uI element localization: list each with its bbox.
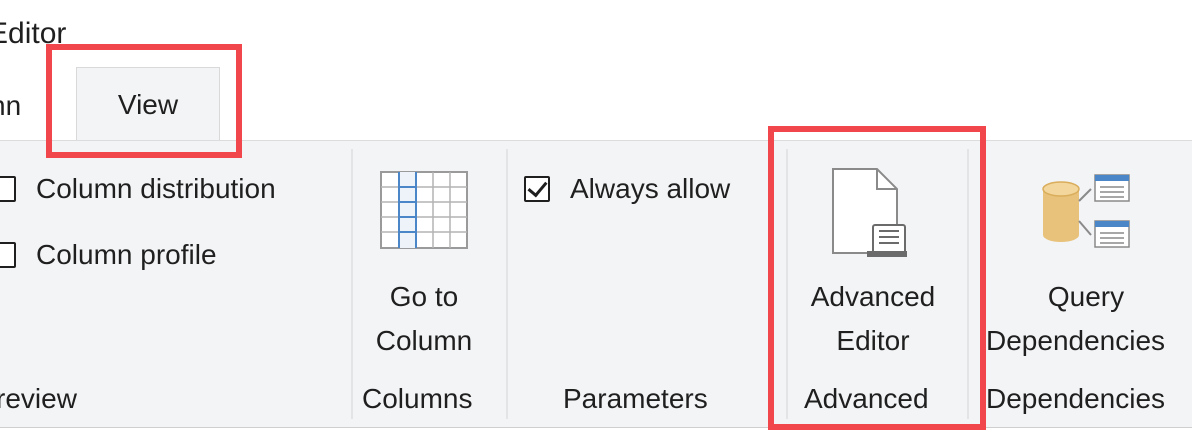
group-label-parameters: Parameters [563,383,708,414]
query-dependencies-button[interactable]: Query Dependencies [982,171,1192,363]
always-allow-checkbox[interactable]: Always allow [524,173,730,205]
group-separator [786,149,788,419]
column-distribution-checkbox[interactable]: Column distribution [0,173,276,205]
group-separator [967,149,969,419]
window-title: Editor [0,17,67,50]
power-query-editor-ribbon: Editor nn View Column distribution Colum… [0,0,1192,432]
query-dependencies-label-line2: Dependencies [986,325,1166,356]
table-grid-icon [380,171,468,249]
group-label-preview: review [0,383,77,414]
column-profile-checkbox[interactable]: Column profile [0,239,217,271]
query-dependencies-label-line1-text: Query [1047,281,1125,312]
group-separator [506,149,508,419]
advanced-editor-label-line1: Advanced [810,281,936,312]
database-dependencies-icon [1042,174,1130,248]
group-separator [351,149,353,419]
column-distribution-checkbox-box[interactable] [0,176,16,202]
group-label-columns: Columns [362,383,473,414]
go-to-column-button[interactable]: Go to Column [354,171,494,363]
column-profile-checkbox-box[interactable] [0,242,16,268]
group-label-dependencies: Dependencies [986,383,1166,414]
document-scroll-icon [832,168,907,257]
tab-add-column[interactable]: nn [0,86,21,126]
group-label-advanced: Advanced [804,383,929,414]
column-distribution-label: Column distribution [36,173,276,204]
go-to-column-label-line1: Go to [389,281,459,312]
query-dependencies-label-line1: Query [982,275,1192,319]
tab-view-label: View [117,88,179,120]
ribbon-panel: Column distribution Column profile revie… [0,140,1192,428]
advanced-editor-button[interactable]: Advanced Editor [790,167,956,363]
always-allow-label: Always allow [570,173,731,204]
always-allow-checkbox-box[interactable] [524,176,550,202]
column-profile-label: Column profile [36,239,217,270]
advanced-editor-label-line2: Editor [836,325,910,356]
tab-view[interactable]: View [76,67,220,141]
go-to-column-label-line2: Column [375,325,473,356]
